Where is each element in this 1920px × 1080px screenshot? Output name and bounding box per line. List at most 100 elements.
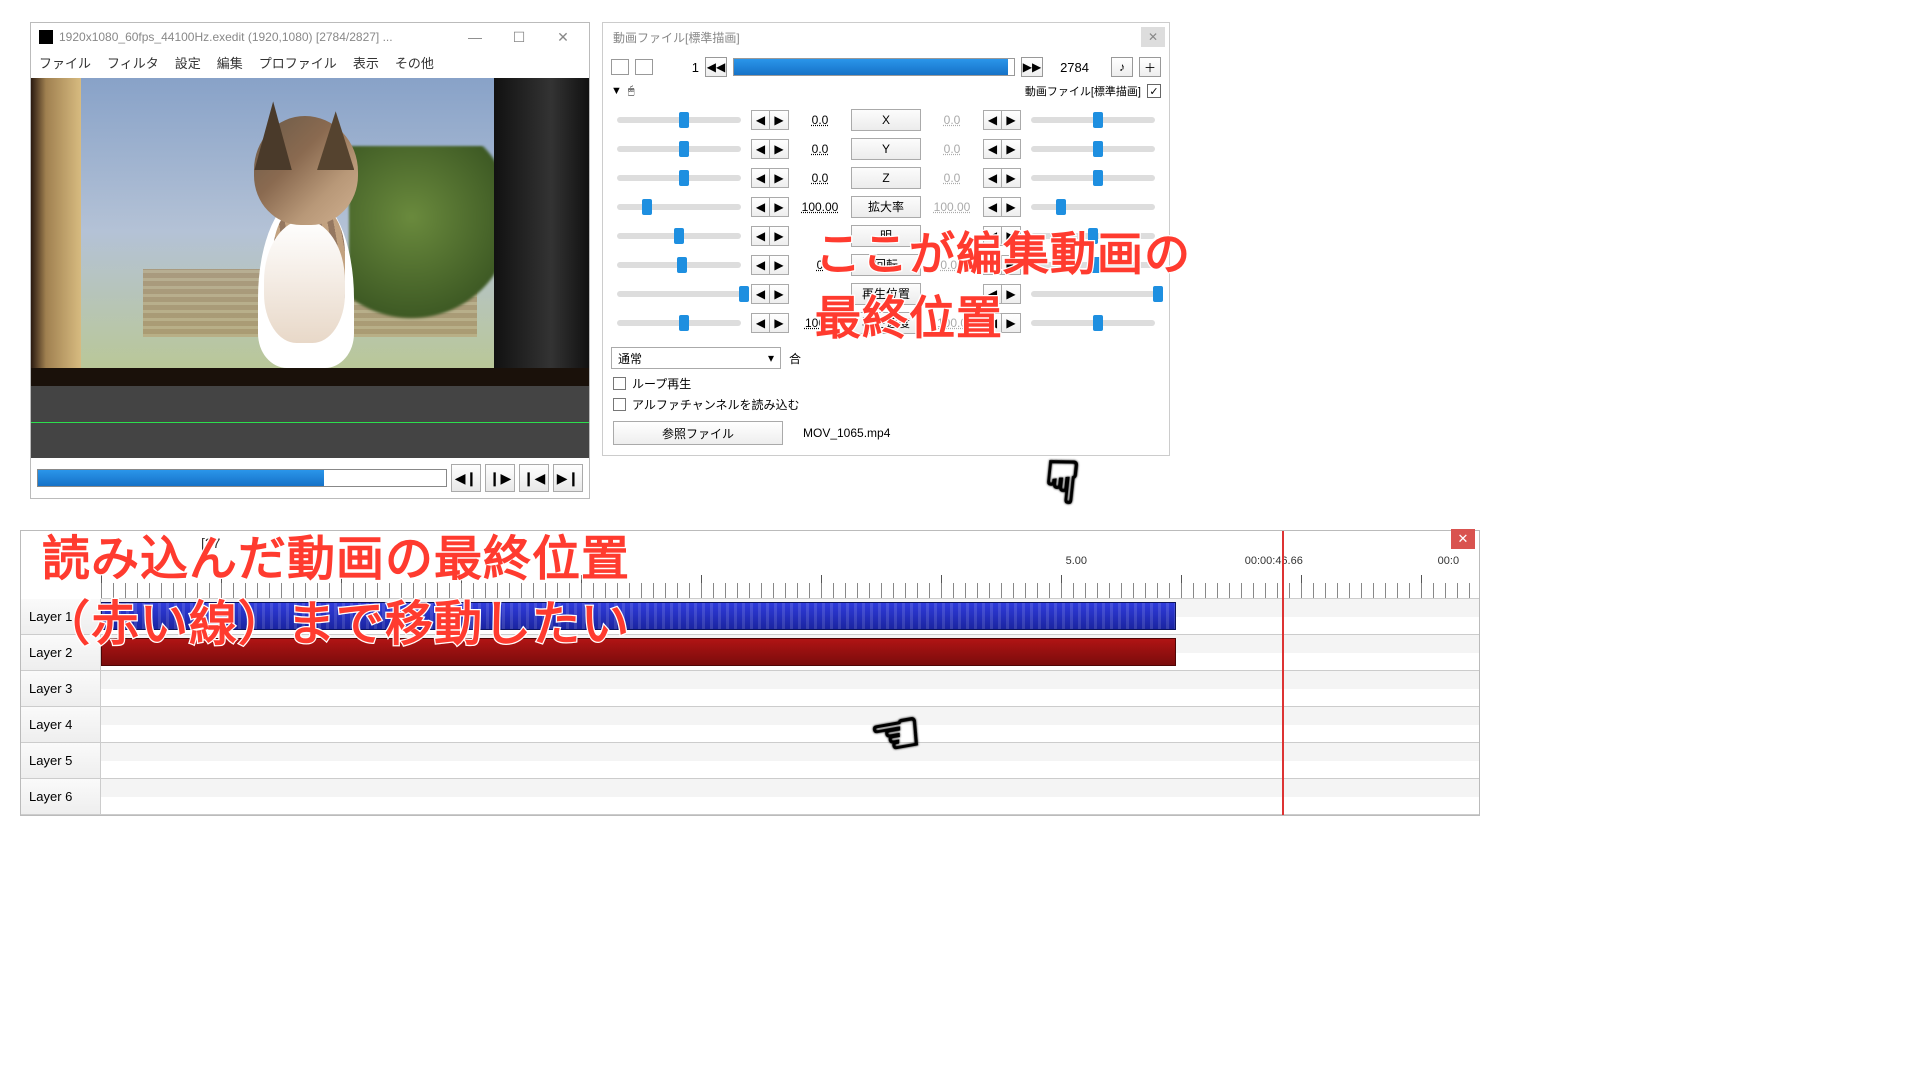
param-label-button[interactable]: 再生速度 <box>851 312 921 334</box>
capture2-icon[interactable] <box>635 59 653 75</box>
layer-track[interactable] <box>101 743 1479 778</box>
menu-edit[interactable]: 編集 <box>217 53 243 72</box>
spinner-left[interactable]: ◀▶ <box>751 110 789 130</box>
param-label-button[interactable]: 再生位置 <box>851 283 921 305</box>
value-slider-left[interactable] <box>617 175 741 181</box>
layer-label[interactable]: Layer 2 <box>21 635 101 670</box>
spinner-left[interactable]: ◀▶ <box>751 284 789 304</box>
menubar[interactable]: ファイル フィルタ 設定 編集 プロファイル 表示 その他 <box>31 51 589 78</box>
layer-track[interactable] <box>101 635 1479 670</box>
minimize-button[interactable]: — <box>453 23 497 51</box>
menu-profile[interactable]: プロファイル <box>259 53 337 72</box>
audio-clip[interactable] <box>101 638 1176 666</box>
layer-label[interactable]: Layer 1 <box>21 599 101 634</box>
value-slider-right[interactable] <box>1031 233 1155 239</box>
blend-mode-combo[interactable]: 通常 ▾ <box>611 347 781 369</box>
menu-file[interactable]: ファイル <box>39 53 91 72</box>
spinner-left[interactable]: ◀▶ <box>751 313 789 333</box>
alpha-checkbox-row[interactable]: アルファチャンネルを読み込む <box>603 394 1169 415</box>
video-clip[interactable] <box>101 602 1176 630</box>
waveform-pane[interactable] <box>31 386 589 458</box>
frame-seek-right[interactable]: ▶▶ <box>1021 57 1043 77</box>
layer-track[interactable] <box>101 779 1479 814</box>
spinner-right[interactable]: ◀▶ <box>983 284 1021 304</box>
spinner-left[interactable]: ◀▶ <box>751 168 789 188</box>
value-slider-left[interactable] <box>617 233 741 239</box>
param-label-button[interactable]: Z <box>851 167 921 189</box>
menu-other[interactable]: その他 <box>395 53 434 72</box>
value-slider-left[interactable] <box>617 204 741 210</box>
spinner-left[interactable]: ◀▶ <box>751 255 789 275</box>
step-fwd-button[interactable]: ❙▶ <box>485 464 515 492</box>
panel-titlebar[interactable]: 動画ファイル[標準描画] ✕ <box>603 23 1169 51</box>
menu-settings[interactable]: 設定 <box>175 53 201 72</box>
loop-checkbox-row[interactable]: ループ再生 <box>603 373 1169 394</box>
close-button[interactable]: ✕ <box>541 23 585 51</box>
spinner-right[interactable]: ◀▶ <box>983 197 1021 217</box>
value-right[interactable]: 0.0 <box>925 113 979 127</box>
maximize-button[interactable]: ☐ <box>497 23 541 51</box>
panel-close-button[interactable]: ✕ <box>1141 27 1165 47</box>
value-slider-right[interactable] <box>1031 291 1155 297</box>
value-slider-left[interactable] <box>617 291 741 297</box>
frame-end[interactable]: 2784 <box>1049 60 1089 75</box>
value-slider-left[interactable] <box>617 117 741 123</box>
checkbox-icon[interactable] <box>613 377 626 390</box>
frame-seekbar[interactable] <box>733 58 1015 76</box>
add-button[interactable]: ＋ <box>1139 57 1161 77</box>
param-label-button[interactable]: Y <box>851 138 921 160</box>
param-label-button[interactable]: X <box>851 109 921 131</box>
spinner-right[interactable]: ◀▶ <box>983 139 1021 159</box>
param-label-button[interactable]: 回転 <box>851 254 921 276</box>
time-ruler[interactable]: 5.00 00:00:46.66 00:0 <box>101 553 1479 599</box>
layer-track[interactable] <box>101 599 1479 634</box>
spinner-right[interactable]: ◀▶ <box>983 255 1021 275</box>
value-slider-left[interactable] <box>617 320 741 326</box>
value-slider-left[interactable] <box>617 262 741 268</box>
last-frame-button[interactable]: ▶❙ <box>553 464 583 492</box>
value-right[interactable]: 100.00 <box>925 200 979 214</box>
layer-track[interactable] <box>101 707 1479 742</box>
value-left[interactable]: 100.00 <box>793 200 847 214</box>
collapse-icon[interactable]: ▼ <box>611 85 622 97</box>
seek-bar[interactable] <box>37 469 447 487</box>
capture-icon[interactable] <box>611 59 629 75</box>
video-preview[interactable] <box>31 78 589 386</box>
frame-seek-left[interactable]: ◀◀ <box>705 57 727 77</box>
value-slider-left[interactable] <box>617 146 741 152</box>
value-right[interactable]: 0.00 <box>925 258 979 272</box>
value-slider-right[interactable] <box>1031 117 1155 123</box>
spinner-left[interactable]: ◀▶ <box>751 197 789 217</box>
object-enable-checkbox[interactable]: ✓ <box>1147 84 1161 98</box>
value-right[interactable]: 0.0 <box>925 142 979 156</box>
layer-label[interactable]: Layer 4 <box>21 707 101 742</box>
first-frame-button[interactable]: ❙◀ <box>519 464 549 492</box>
reference-file-button[interactable]: 参照ファイル <box>613 421 783 445</box>
layer-track[interactable] <box>101 671 1479 706</box>
menu-filter[interactable]: フィルタ <box>107 53 159 72</box>
playhead-cursor[interactable] <box>1282 531 1284 815</box>
layer-label[interactable]: Layer 6 <box>21 779 101 814</box>
frame-start[interactable]: 1 <box>659 60 699 75</box>
timeline-close-button[interactable]: ✕ <box>1451 529 1475 549</box>
spinner-right[interactable]: ◀▶ <box>983 226 1021 246</box>
spinner-left[interactable]: ◀▶ <box>751 139 789 159</box>
menu-view[interactable]: 表示 <box>353 53 379 72</box>
value-slider-right[interactable] <box>1031 204 1155 210</box>
checkbox-icon[interactable] <box>613 398 626 411</box>
value-right[interactable]: 100.0 <box>925 316 979 330</box>
value-slider-right[interactable] <box>1031 146 1155 152</box>
value-left[interactable]: 0.0 <box>793 113 847 127</box>
param-label-button[interactable]: 拡大率 <box>851 196 921 218</box>
param-label-button[interactable]: 明 <box>851 225 921 247</box>
value-slider-right[interactable] <box>1031 262 1155 268</box>
layer-label[interactable]: Layer 5 <box>21 743 101 778</box>
step-back-button[interactable]: ◀❙ <box>451 464 481 492</box>
value-right[interactable]: 0.0 <box>925 171 979 185</box>
value-left[interactable]: 100.0 <box>793 316 847 330</box>
value-slider-right[interactable] <box>1031 320 1155 326</box>
value-left[interactable]: 0.0 <box>793 171 847 185</box>
spinner-right[interactable]: ◀▶ <box>983 313 1021 333</box>
sound-icon[interactable]: ♪ <box>1111 57 1133 77</box>
spinner-left[interactable]: ◀▶ <box>751 226 789 246</box>
